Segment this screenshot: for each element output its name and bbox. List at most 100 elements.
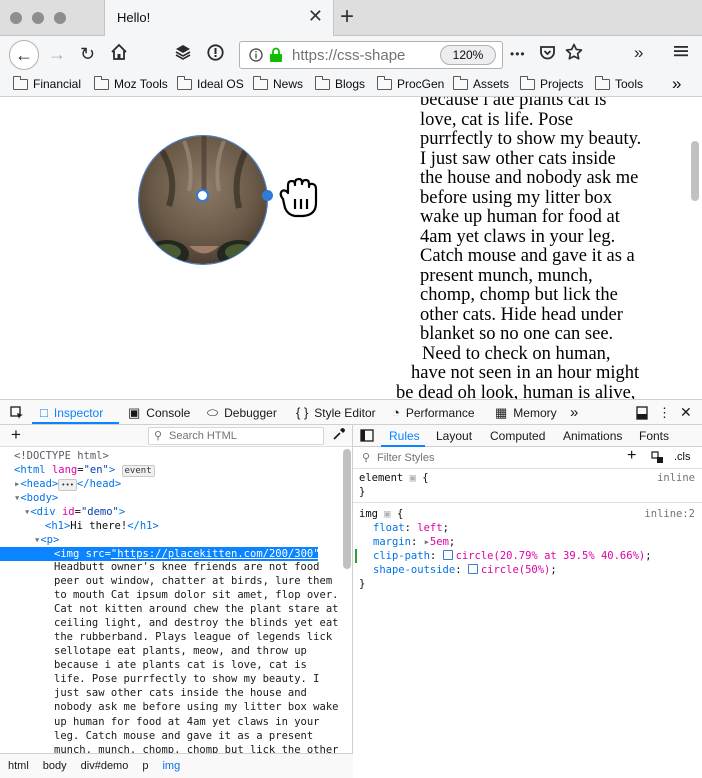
- bookmark-ideal-os[interactable]: Ideal OS: [177, 75, 244, 91]
- info-button[interactable]: [207, 44, 224, 65]
- shape-editor-icon[interactable]: [442, 550, 453, 560]
- site-info-icon[interactable]: [249, 48, 263, 65]
- page-actions-button[interactable]: •••: [510, 44, 526, 64]
- folder-icon: [453, 75, 468, 90]
- add-rule-button[interactable]: +: [627, 447, 636, 465]
- toggle-pseudo-class-button[interactable]: [651, 451, 665, 467]
- close-window-button[interactable]: [10, 12, 22, 24]
- hamburger-menu-button[interactable]: [673, 43, 689, 63]
- tab-computed[interactable]: Computed: [490, 429, 545, 443]
- devtools-tabs-overflow-button[interactable]: »: [570, 400, 578, 425]
- bookmark-news[interactable]: News: [253, 75, 303, 91]
- reload-button[interactable]: ↻: [80, 44, 95, 64]
- page-viewport: because i ate plants cat is love, cat is…: [0, 97, 702, 399]
- rules-list: element ▣ {inline } img ▣ {inline:2 floa…: [353, 471, 702, 591]
- declaration-shape-outside[interactable]: shape-outside: circle(50%);: [359, 563, 699, 577]
- element-rule-header: element ▣ {inline: [359, 471, 695, 485]
- bookmark-projects[interactable]: Projects: [520, 75, 583, 91]
- braces-icon: { }: [296, 405, 309, 420]
- doctype-node[interactable]: <!DOCTYPE html>: [0, 449, 342, 463]
- pocket-layers-button[interactable]: [175, 44, 191, 64]
- search-html-input[interactable]: ⚲ Search HTML: [148, 427, 324, 445]
- rule-source[interactable]: inline: [657, 471, 695, 485]
- new-tab-button[interactable]: +: [340, 3, 354, 31]
- info-circle-icon: [207, 44, 224, 61]
- tab-memory[interactable]: ▦ Memory: [495, 400, 557, 425]
- toggle-sidebar-button[interactable]: [360, 429, 374, 445]
- rule-divider: [353, 502, 702, 503]
- forward-button[interactable]: →: [48, 44, 66, 64]
- tab-close-icon[interactable]: ✕: [308, 7, 323, 25]
- tab-fonts[interactable]: Fonts: [639, 429, 669, 443]
- eyedropper-button[interactable]: [332, 427, 346, 444]
- shape-editor-icon[interactable]: [467, 564, 478, 574]
- bookmark-blogs[interactable]: Blogs: [315, 75, 365, 91]
- article-text: because i ate plants cat is love, cat is…: [396, 97, 642, 399]
- tab-title: Hello!: [117, 10, 151, 25]
- declaration-float[interactable]: float: left;: [359, 521, 699, 535]
- body-node[interactable]: ▾<body>: [0, 491, 342, 505]
- tab-rules[interactable]: Rules: [389, 429, 420, 443]
- event-badge[interactable]: event: [121, 465, 155, 477]
- hamburger-icon: [674, 46, 688, 57]
- filter-icon: ⚲: [362, 452, 371, 464]
- declaration-clip-path[interactable]: clip-path: circle(20.79% at 39.5% 40.66%…: [355, 549, 699, 563]
- p-node[interactable]: ▾<p>: [0, 533, 342, 547]
- html-node[interactable]: <html lang="en"> event: [0, 463, 342, 477]
- rule-source[interactable]: inline:2: [644, 507, 695, 521]
- tab-layout[interactable]: Layout: [436, 429, 472, 443]
- h1-node[interactable]: <h1>Hi there!</h1>: [0, 519, 342, 533]
- markup-scrollbar[interactable]: [343, 449, 351, 569]
- text-node[interactable]: Headbutt owner's knee friends are not fo…: [54, 560, 342, 753]
- breadcrumb-p[interactable]: p: [142, 760, 148, 772]
- browser-tab[interactable]: Hello! ✕: [104, 0, 334, 36]
- bookmark-procgen[interactable]: ProcGen: [377, 75, 444, 91]
- shape-radius-handle[interactable]: [262, 190, 273, 201]
- img-rule-header: img ▣ {inline:2: [359, 507, 695, 521]
- dock-options-button[interactable]: [636, 400, 648, 425]
- bookmark-assets[interactable]: Assets: [453, 75, 509, 91]
- changed-indicator: [355, 549, 357, 563]
- devtools-menu-button[interactable]: ⋮: [658, 400, 671, 425]
- bookmarks-overflow-button[interactable]: »: [672, 74, 681, 94]
- add-node-button[interactable]: +: [11, 425, 21, 445]
- tab-debugger[interactable]: ⬭ Debugger: [207, 400, 277, 425]
- filter-styles-input[interactable]: ⚲ Filter Styles: [359, 450, 621, 467]
- folder-icon: [520, 75, 535, 90]
- breadcrumb-div-demo[interactable]: div#demo: [81, 760, 129, 772]
- zoom-level-button[interactable]: 120%: [440, 45, 496, 65]
- shape-center-handle[interactable]: [196, 189, 209, 202]
- url-bar[interactable]: https://css-shape 120%: [239, 41, 503, 69]
- tab-console[interactable]: ▣ Console: [128, 400, 190, 425]
- page-scrollbar[interactable]: [691, 141, 699, 201]
- markup-toolbar: + ⚲ Search HTML: [0, 425, 352, 447]
- chip-icon: ▦: [495, 404, 508, 420]
- close-devtools-button[interactable]: ✕: [680, 400, 692, 425]
- tab-style-editor[interactable]: { } Style Editor: [296, 400, 376, 425]
- img-node-selected[interactable]: <img src="https://placekitten.com/200/30…: [0, 547, 326, 561]
- overflow-menu-button[interactable]: »: [634, 43, 643, 63]
- bookmark-star-button[interactable]: [565, 43, 583, 65]
- pseudo-class-icon: [651, 451, 663, 463]
- tab-performance[interactable]: ◔ Performance: [392, 400, 475, 425]
- back-button[interactable]: ←: [9, 40, 39, 70]
- folder-icon: [315, 75, 330, 90]
- breadcrumb-img[interactable]: img: [162, 760, 180, 772]
- breadcrumb-html[interactable]: html: [8, 760, 29, 772]
- head-node[interactable]: ▸<head> ••• </head>: [0, 477, 342, 491]
- breadcrumb-body[interactable]: body: [43, 760, 67, 772]
- element-picker-button[interactable]: [10, 400, 24, 425]
- filter-bar: ⚲ Filter Styles + .cls: [353, 447, 702, 469]
- pocket-button[interactable]: [539, 44, 556, 65]
- div-demo-node[interactable]: ▾<div id="demo">: [0, 505, 342, 519]
- bookmark-tools[interactable]: Tools: [595, 75, 643, 91]
- tab-animations[interactable]: Animations: [563, 429, 622, 443]
- home-button[interactable]: [110, 43, 128, 65]
- toggle-classes-button[interactable]: .cls: [674, 451, 691, 463]
- bookmark-financial[interactable]: Financial: [13, 75, 81, 91]
- maximize-window-button[interactable]: [54, 12, 66, 24]
- bookmark-moz-tools[interactable]: Moz Tools: [94, 75, 168, 91]
- declaration-margin[interactable]: margin: ▸5em;: [359, 535, 699, 549]
- minimize-window-button[interactable]: [32, 12, 44, 24]
- folder-icon: [177, 75, 192, 90]
